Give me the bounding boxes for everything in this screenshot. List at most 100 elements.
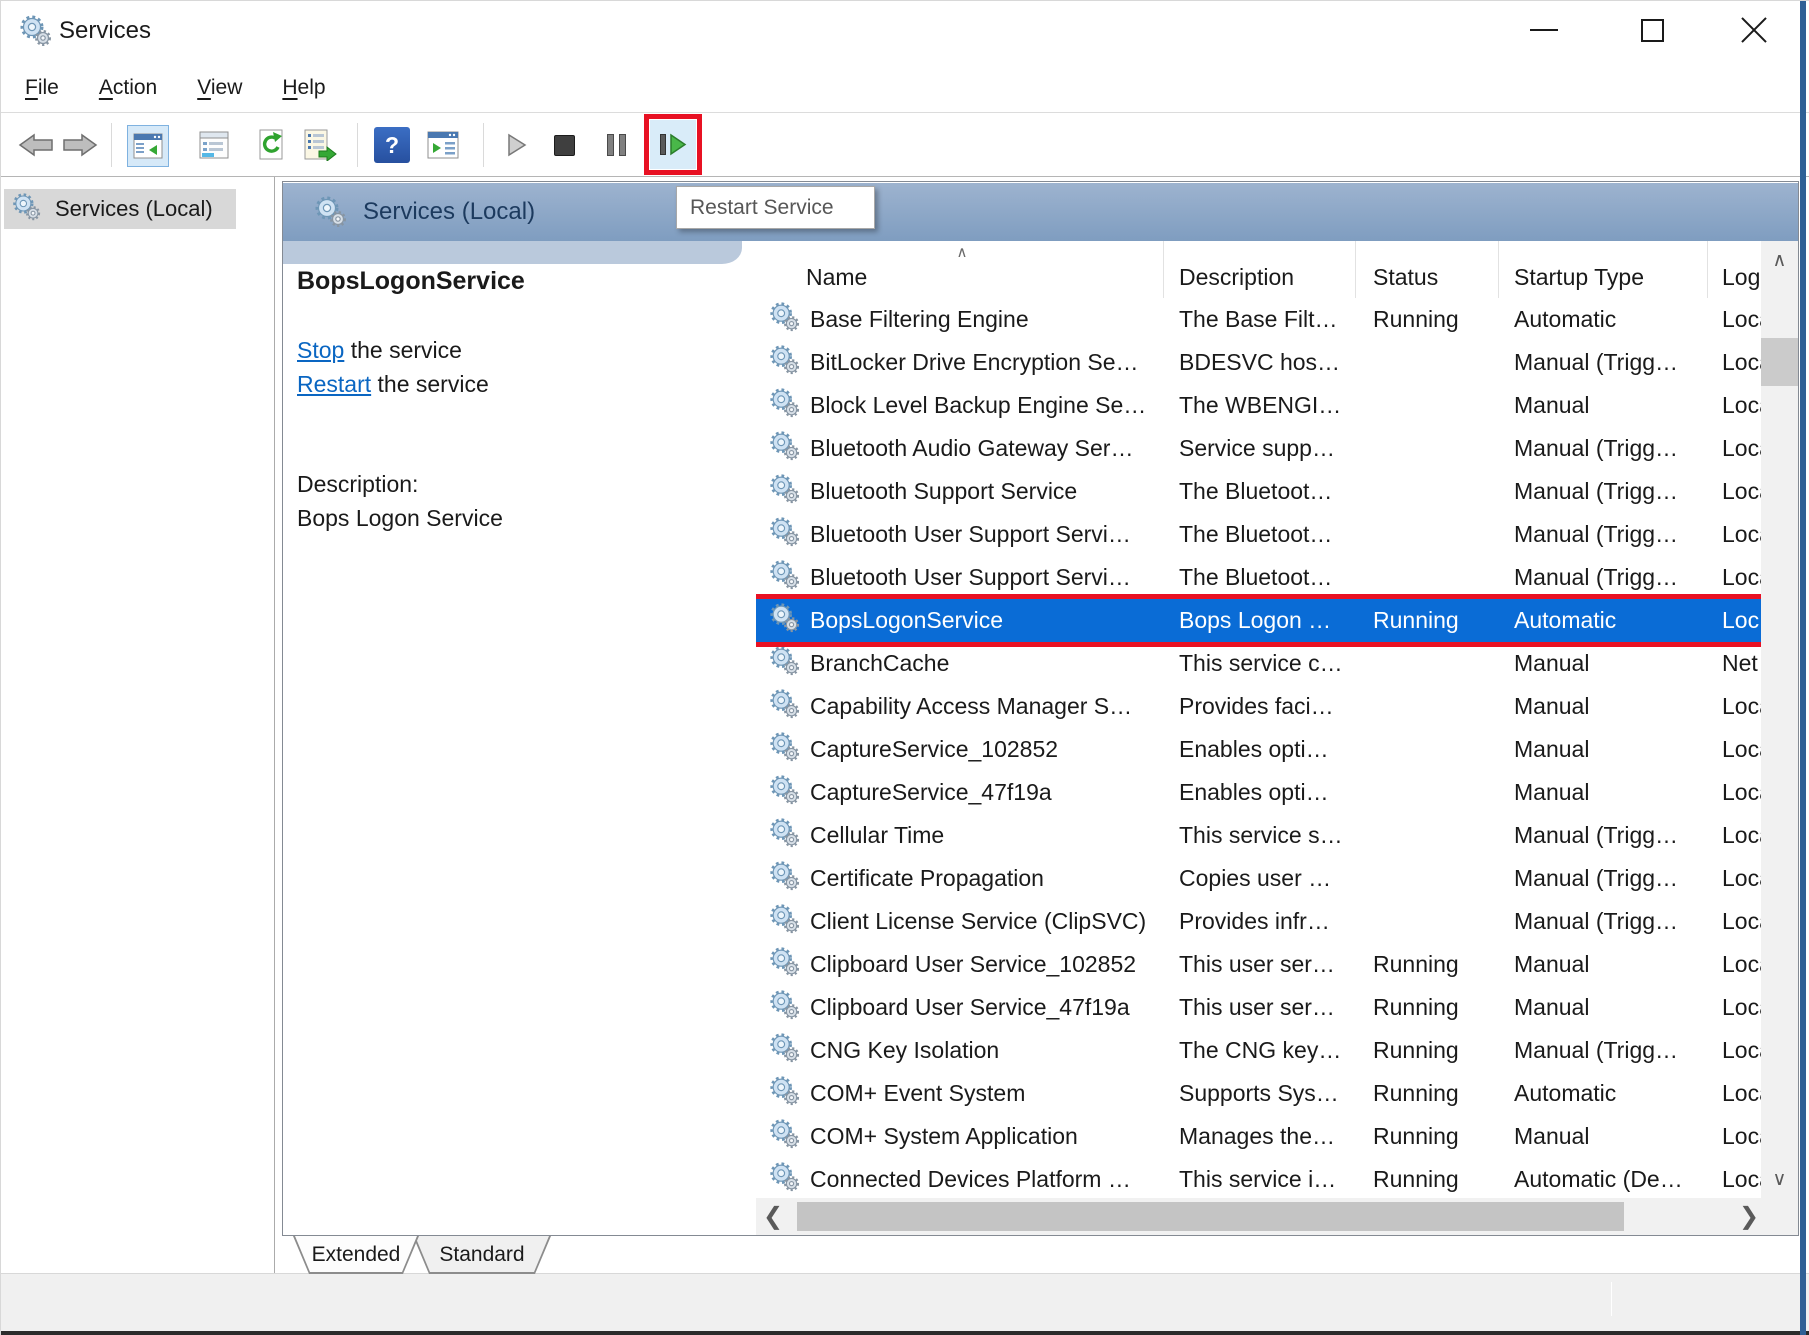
services-app-icon [18, 14, 52, 53]
service-row[interactable]: Certificate PropagationCopies user …Manu… [756, 857, 1761, 900]
service-gear-icon [768, 559, 800, 597]
service-description-cell: The Bluetoot… [1164, 564, 1356, 591]
service-row-selected[interactable]: BopsLogonServiceBops Logon …RunningAutom… [756, 599, 1761, 642]
toolbar-separator [357, 123, 358, 167]
minimize-button[interactable] [1509, 1, 1579, 59]
service-name-cell: BopsLogonService [756, 602, 1164, 640]
tab-extended[interactable]: Extended [293, 1236, 419, 1274]
service-row[interactable]: Cellular TimeThis service s…Manual (Trig… [756, 814, 1761, 857]
back-button[interactable] [15, 113, 57, 177]
forward-button[interactable] [59, 113, 101, 177]
service-row[interactable]: Block Level Backup Engine Se…The WBENGI…… [756, 384, 1761, 427]
service-row[interactable]: Base Filtering EngineThe Base Filt…Runni… [756, 298, 1761, 341]
column-header-description[interactable]: Description [1164, 241, 1356, 298]
stop-service-link[interactable]: Stop [297, 337, 344, 363]
service-logon-cell: Loca [1708, 994, 1761, 1021]
stop-service-button[interactable] [549, 113, 579, 177]
service-row[interactable]: Bluetooth Audio Gateway Ser…Service supp… [756, 427, 1761, 470]
content-header: Services (Local) [283, 183, 1798, 241]
service-gear-icon [768, 473, 800, 511]
service-logon-cell: Loca [1708, 1037, 1761, 1064]
scroll-left-icon[interactable]: ❮ [758, 1198, 788, 1235]
service-description-cell: The WBENGI… [1164, 392, 1356, 419]
toolbar-separator [483, 123, 484, 167]
close-button[interactable] [1719, 1, 1789, 59]
export-list-button[interactable] [299, 113, 341, 177]
service-row[interactable]: Client License Service (ClipSVC)Provides… [756, 900, 1761, 943]
vertical-scrollbar-thumb[interactable] [1761, 338, 1798, 386]
status-bar-separator [1611, 1282, 1612, 1316]
properties-button[interactable] [193, 113, 235, 177]
service-name-cell: CaptureService_102852 [756, 731, 1164, 769]
service-name-cell: Base Filtering Engine [756, 301, 1164, 339]
service-gear-icon [768, 1118, 800, 1156]
service-name-cell: Bluetooth Support Service [756, 473, 1164, 511]
refresh-button[interactable] [251, 113, 293, 177]
service-gear-icon [768, 301, 800, 339]
service-description-cell: Enables opti… [1164, 779, 1356, 806]
service-gear-icon [768, 1032, 800, 1070]
services-list: Name Description Status Startup Type Log… [756, 241, 1798, 1235]
show-extended-view-button[interactable] [422, 113, 464, 177]
restart-service-button[interactable] [650, 120, 696, 169]
restart-icon-triangle [669, 133, 687, 156]
service-row[interactable]: BitLocker Drive Encryption Se…BDESVC hos… [756, 341, 1761, 384]
column-header-status[interactable]: Status [1356, 241, 1499, 298]
service-row[interactable]: Bluetooth Support ServiceThe Bluetoot…Ma… [756, 470, 1761, 513]
help-button[interactable]: ? [371, 113, 413, 177]
list-header: Name Description Status Startup Type Log [756, 241, 1798, 298]
show-console-tree-button[interactable] [127, 125, 169, 167]
service-row[interactable]: CaptureService_102852Enables opti…Manual… [756, 728, 1761, 771]
scroll-down-icon[interactable]: ∨ [1761, 1160, 1798, 1198]
maximize-button[interactable] [1617, 1, 1687, 59]
close-icon [1739, 15, 1769, 45]
column-header-startup-type[interactable]: Startup Type [1499, 241, 1708, 298]
service-row[interactable]: Bluetooth User Support Servi…The Bluetoo… [756, 556, 1761, 599]
horizontal-scrollbar[interactable]: ❮ ❯ [756, 1198, 1798, 1235]
restart-service-suffix: the service [371, 371, 489, 397]
restart-service-line: Restart the service [297, 371, 489, 398]
service-row[interactable]: BranchCacheThis service c…ManualNet [756, 642, 1761, 685]
menu-item-file[interactable]: File [25, 76, 59, 100]
service-startup-cell: Automatic [1499, 1080, 1708, 1107]
tab-standard[interactable]: Standard [413, 1236, 551, 1274]
service-row[interactable]: COM+ Event SystemSupports Sys…RunningAut… [756, 1072, 1761, 1115]
service-row[interactable]: Clipboard User Service_47f19aThis user s… [756, 986, 1761, 1029]
service-name-cell: Bluetooth User Support Servi… [756, 559, 1164, 597]
minimize-icon [1530, 29, 1558, 31]
tree-item-services-local[interactable]: Services (Local) [4, 189, 236, 229]
pause-service-button[interactable] [601, 113, 631, 177]
service-status-cell: Running [1356, 1037, 1499, 1064]
restart-service-link[interactable]: Restart [297, 371, 371, 397]
service-row[interactable]: CNG Key IsolationThe CNG key…RunningManu… [756, 1029, 1761, 1072]
service-description-cell: This user ser… [1164, 951, 1356, 978]
horizontal-scrollbar-thumb[interactable] [797, 1202, 1624, 1231]
extended-view-strip [283, 241, 742, 264]
service-status-cell: Running [1356, 994, 1499, 1021]
service-gear-icon [768, 387, 800, 425]
menu-item-help[interactable]: Help [282, 76, 325, 100]
description-text: Bops Logon Service [297, 505, 503, 532]
extended-view-icon [427, 131, 459, 159]
service-row[interactable]: Capability Access Manager S…Provides fac… [756, 685, 1761, 728]
start-service-button[interactable] [502, 113, 532, 177]
service-name-cell: Block Level Backup Engine Se… [756, 387, 1164, 425]
stop-service-line: Stop the service [297, 337, 462, 364]
service-startup-cell: Manual [1499, 693, 1708, 720]
service-name-cell: Cellular Time [756, 817, 1164, 855]
scroll-right-icon[interactable]: ❯ [1734, 1198, 1764, 1235]
service-description-cell: Service supp… [1164, 435, 1356, 462]
service-gear-icon [768, 1075, 800, 1113]
menu-item-view[interactable]: View [197, 76, 242, 100]
vertical-scrollbar[interactable]: ∧ ∨ [1761, 241, 1798, 1198]
service-row[interactable]: Connected Devices Platform …This service… [756, 1158, 1761, 1194]
scroll-up-icon[interactable]: ∧ [1761, 241, 1798, 279]
menu-item-action[interactable]: Action [99, 76, 157, 100]
service-description-cell: The CNG key… [1164, 1037, 1356, 1064]
service-row[interactable]: Bluetooth User Support Servi…The Bluetoo… [756, 513, 1761, 556]
service-name-cell: BranchCache [756, 645, 1164, 683]
service-row[interactable]: Clipboard User Service_102852This user s… [756, 943, 1761, 986]
service-row[interactable]: CaptureService_47f19aEnables opti…Manual… [756, 771, 1761, 814]
service-row[interactable]: COM+ System ApplicationManages the…Runni… [756, 1115, 1761, 1158]
tab-standard-label: Standard [413, 1236, 551, 1274]
